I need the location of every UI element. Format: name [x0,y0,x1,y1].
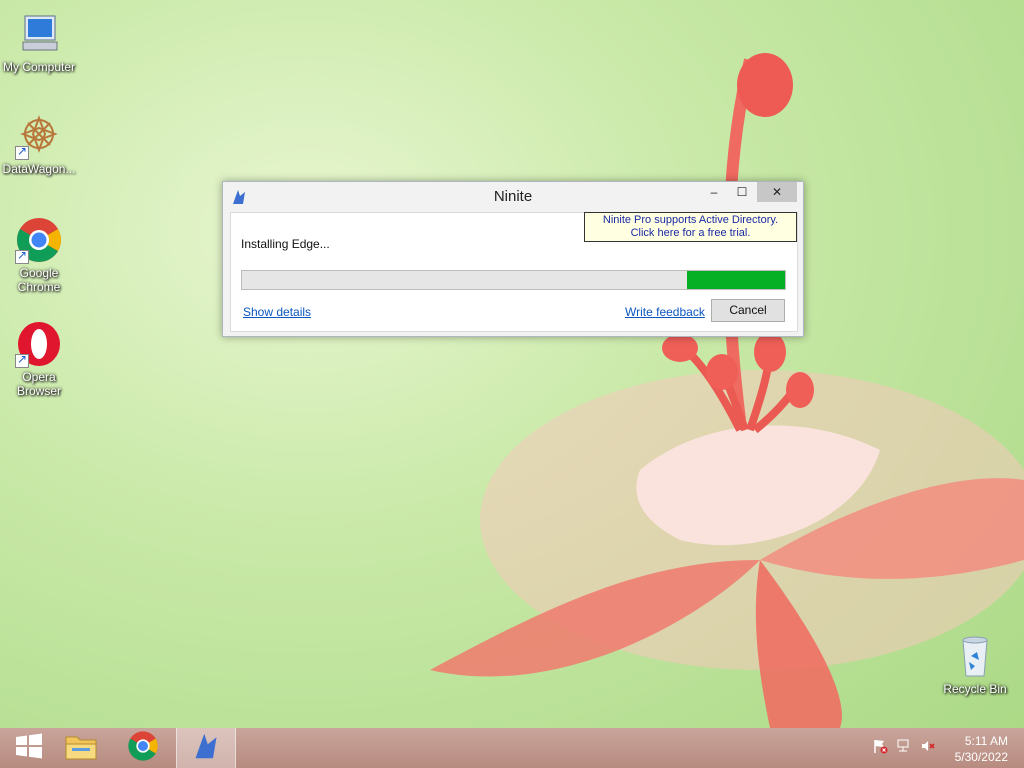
taskbar-chrome[interactable] [114,728,172,768]
desktop-icon-google-chrome[interactable]: Google Chrome [0,216,78,294]
desktop-icon-label: Opera Browser [16,370,61,398]
clock-time: 5:11 AM [964,734,1008,748]
taskbar-file-explorer[interactable] [52,728,110,768]
chrome-icon [15,216,63,264]
clock-date: 5/30/2022 [954,750,1008,764]
desktop-icon-label: Google Chrome [17,266,61,294]
desktop-icon-label: Recycle Bin [943,682,1007,696]
volume-muted-icon[interactable] [920,738,936,759]
minimize-button[interactable]: – [701,182,727,202]
opera-icon [15,320,63,368]
start-icon [15,733,43,764]
close-button[interactable]: ✕ [757,182,797,202]
shortcut-arrow-icon [15,144,29,160]
file-explorer-icon [64,731,98,766]
action-center-flag-icon[interactable] [872,738,888,759]
show-details-link[interactable]: Show details [243,305,311,319]
network-icon[interactable] [896,738,912,759]
shortcut-arrow-icon [15,352,29,368]
taskbar: 5:11 AM 5/30/2022 [0,728,1024,768]
taskbar-ninite[interactable] [176,728,236,768]
recycle-bin-icon [951,632,999,680]
cancel-button[interactable]: Cancel [711,299,785,322]
desktop-wallpaper [430,53,1024,728]
progress-fill [687,271,785,289]
system-tray [872,728,936,768]
desktop-icon-label: My Computer [2,60,76,74]
chrome-icon [127,730,159,767]
desktop-icon-label: DataWagon... [2,162,76,176]
ninite-pro-promo[interactable]: Ninite Pro supports Active Directory. Cl… [584,212,797,242]
desktop-icon-my-computer[interactable]: My Computer [0,10,78,74]
shortcut-arrow-icon [15,248,29,264]
ninite-icon [192,730,220,767]
desktop-icon-recycle-bin[interactable]: Recycle Bin [936,632,1014,696]
computer-icon [15,10,63,58]
taskbar-clock[interactable]: 5:11 AM 5/30/2022 [955,733,1008,765]
ninite-window: Ninite – ☐ ✕ Ninite Pro supports Active … [222,181,804,337]
desktop-icon-opera-browser[interactable]: Opera Browser [0,320,78,398]
window-client-area: Ninite Pro supports Active Directory. Cl… [230,212,798,332]
write-feedback-link[interactable]: Write feedback [625,305,705,319]
promo-line-2: Click here for a free trial. [630,227,751,239]
start-button[interactable] [0,728,58,768]
window-titlebar[interactable]: Ninite – ☐ ✕ [223,182,803,212]
maximize-button[interactable]: ☐ [729,182,755,202]
install-progress-bar [241,270,786,290]
promo-line-1: Ninite Pro supports Active Directory. [602,214,779,226]
install-status: Installing Edge... [241,237,330,251]
desktop-icon-datawagon[interactable]: DataWagon... [0,112,78,176]
datawagon-icon [15,112,63,160]
